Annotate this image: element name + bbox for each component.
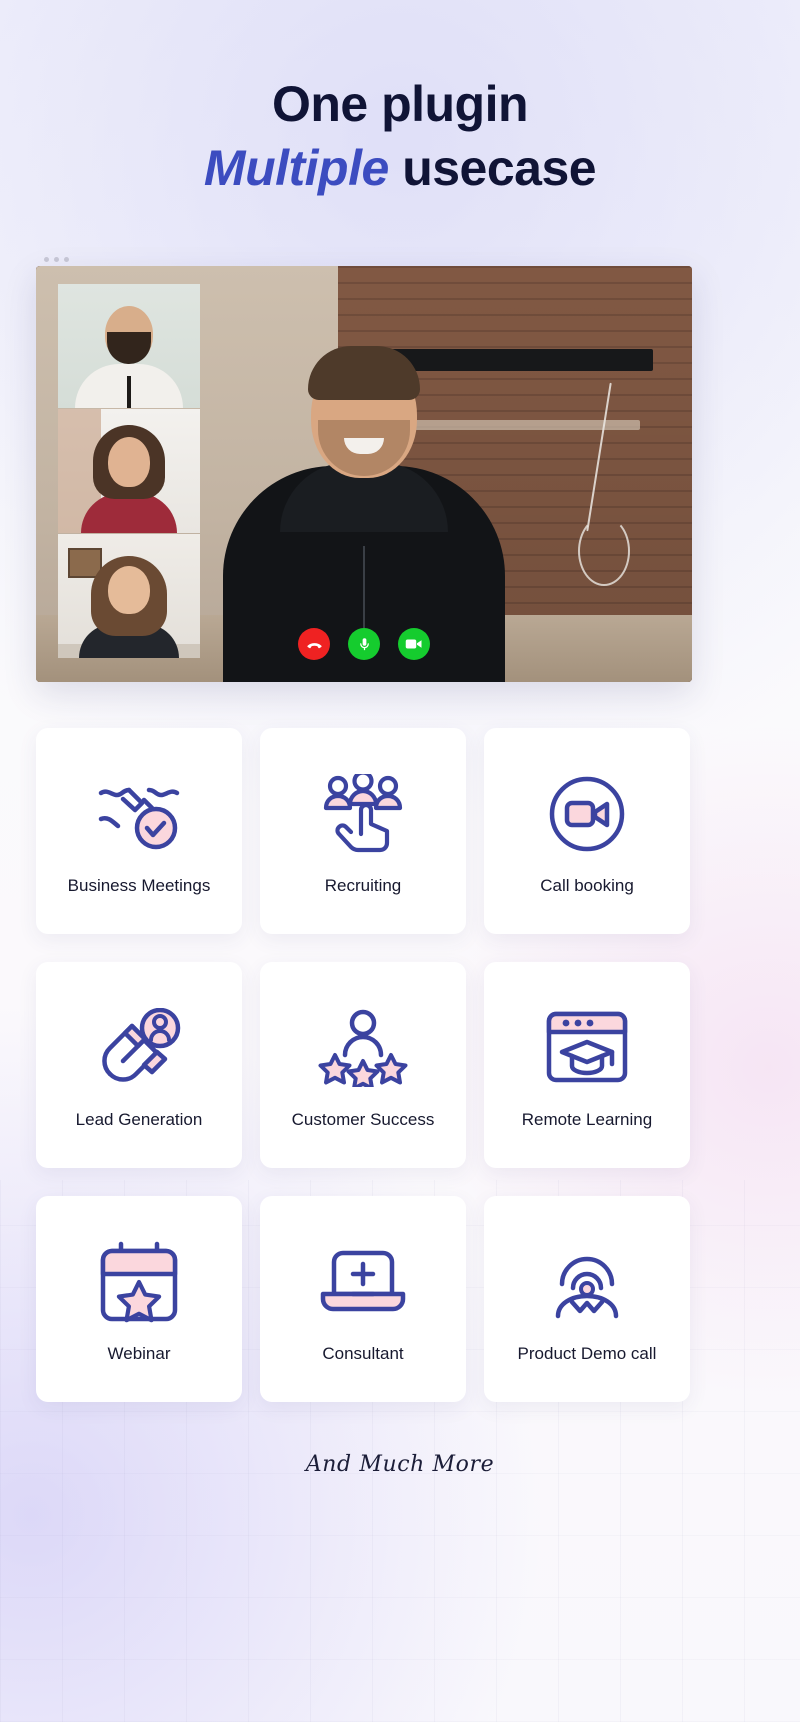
usecase-card-label: Business Meetings [67,875,211,895]
page-title: One plugin Multiple usecase [0,72,800,200]
window-dot-3 [64,256,69,262]
browser-graduation-cap-icon [545,1000,629,1096]
usecase-card[interactable]: Lead Generation [36,962,242,1168]
call-controls[interactable] [298,628,430,660]
usecase-card-grid: Business Meetings Recruiting Call bookin… [36,728,764,1402]
video-call-panel[interactable] [36,266,692,682]
usecase-card[interactable]: Webinar [36,1196,242,1402]
participant-thumbnail[interactable] [58,284,200,408]
participant-thumbnail-strip[interactable] [58,284,200,659]
people-pointer-icon [320,766,406,862]
participant-beard [107,332,151,364]
microphone-icon [359,637,369,650]
usecase-card[interactable]: Consultant [260,1196,466,1402]
window-dot-1 [44,256,49,262]
video-camera-icon [405,639,422,649]
usecase-card-label: Product Demo call [517,1343,657,1363]
usecase-card-label: Recruiting [324,875,402,895]
heading-line-1: One plugin [271,76,529,132]
usecase-card[interactable]: Business Meetings [36,728,242,934]
usecase-card-label: Customer Success [291,1109,435,1129]
heading-accent-word: Multiple [203,140,389,196]
usecase-card-label: Webinar [107,1343,171,1363]
participant-face [108,566,150,614]
page-heading: One plugin Multiple usecase [0,0,800,200]
usecase-card[interactable]: Recruiting [260,728,466,934]
usecase-card[interactable]: Customer Success [260,962,466,1168]
heading-line-2: Multiple usecase [0,136,800,200]
magnet-person-icon [97,1000,181,1096]
usecase-card-label: Consultant [322,1343,404,1363]
participant-prop [127,376,131,408]
usecase-card[interactable]: Product Demo call [484,1196,690,1402]
phone-hangup-icon [306,642,322,648]
usecase-card-label: Lead Generation [75,1109,203,1129]
main-speaker-hair [308,346,420,400]
usecase-card[interactable]: Remote Learning [484,962,690,1168]
usecase-card-label: Remote Learning [521,1109,653,1129]
earbud-wire-curl [578,516,630,586]
window-dot-2 [54,256,59,262]
usecase-card-label: Call booking [540,875,634,895]
microphone-button[interactable] [348,628,380,660]
person-signal-icon [544,1234,630,1330]
calendar-star-icon [99,1234,179,1330]
usecase-card[interactable]: Call booking [484,728,690,934]
video-camera-circle-icon [548,766,626,862]
heading-line-2-rest: usecase [388,140,597,196]
hang-up-button[interactable] [298,628,330,660]
hoodie-cord [363,546,365,632]
participant-thumbnail[interactable] [58,534,200,658]
laptop-plus-icon [320,1234,406,1330]
participant-face [108,437,150,487]
camera-button[interactable] [398,628,430,660]
page-root: One plugin Multiple usecase Business Mee… [0,0,800,1722]
person-stars-icon [318,1000,408,1096]
participant-thumbnail[interactable] [58,409,200,533]
handshake-check-icon [96,766,182,862]
footer-note: And Much More [305,1452,495,1477]
